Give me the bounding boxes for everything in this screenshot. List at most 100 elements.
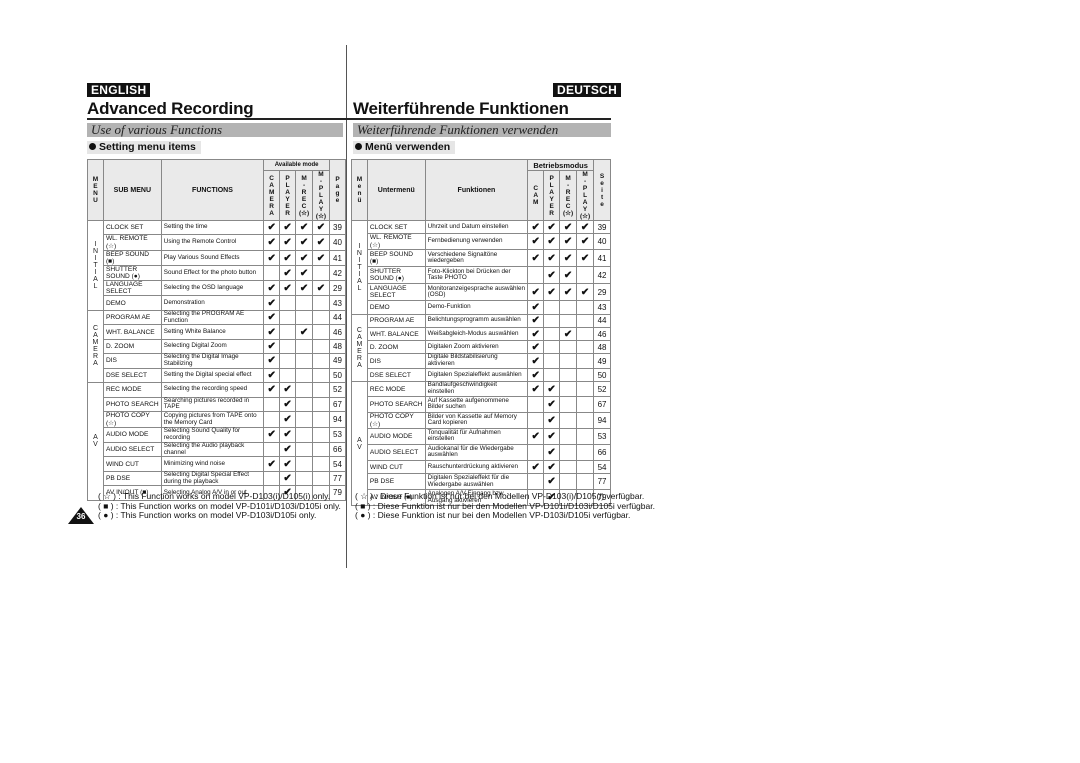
menu-group-label: C A M E R A (351, 313, 368, 383)
sub-menu-text: WHT. BALANCE (369, 330, 419, 338)
check-mark-icon: ✔ (547, 430, 556, 442)
check-mark-icon: ✔ (267, 429, 276, 441)
page-number-text: 42 (333, 268, 342, 278)
page-cell: 41 (328, 250, 347, 267)
mplay-mode-header: M - P L A Y (☆) (576, 170, 595, 221)
mode-availability-cell: ✔ (312, 250, 330, 267)
sub-menu-cell: AUDIO SELECT (366, 443, 426, 461)
sub-menu-text: BEEP SOUND (■) (105, 251, 150, 266)
mode-availability-cell (295, 338, 314, 355)
table-row: WHT. BALANCE Setting White Balance ✔ ✔ 46 (88, 324, 347, 340)
check-mark-icon: ✔ (547, 461, 556, 473)
mode-availability-cell: ✔ (543, 249, 561, 268)
mode-availability-cell (559, 300, 578, 315)
check-mark-icon: ✔ (299, 252, 309, 264)
sub-menu-text: PROGRAM AE (105, 314, 151, 322)
table-row: DEMO Demo-Funktion ✔ 43 (352, 300, 611, 315)
check-mark-icon: ✔ (580, 286, 590, 298)
check-mark-icon: ✔ (283, 473, 292, 484)
sub-menu-text: LANGUAGE SELECT (105, 281, 143, 296)
function-cell: Auf Kassette aufgenommene Bilder suchen (424, 395, 529, 413)
table-row: WIND CUT Minimizing wind noise ✔ ✔ 54 (88, 456, 347, 472)
page-cell: 54 (328, 456, 347, 472)
available-mode-header-text: Available mode (274, 162, 319, 168)
mode-availability-cell: ✔ (312, 280, 330, 297)
mode-availability-cell: ✔ (263, 234, 281, 252)
function-text: Digitalen Spezialeffekt für die Wiederga… (427, 473, 510, 488)
function-text: Selecting the Digital Image Stabilizing (163, 353, 239, 367)
check-mark-icon: ✔ (531, 369, 540, 381)
mode-availability-cell (312, 427, 330, 443)
sub-menu-text: WIND CUT (105, 460, 139, 468)
function-cell: Demo-Funktion (424, 300, 529, 315)
function-text: Minimizing wind noise (163, 459, 226, 467)
function-text: Fernbedienung verwenden (427, 237, 503, 245)
mode-availability-cell (312, 396, 330, 413)
page-cell: 46 (593, 326, 611, 342)
check-mark-icon: ✔ (563, 328, 573, 340)
mode-availability-cell: ✔ (279, 396, 297, 413)
check-mark-icon: ✔ (267, 458, 276, 470)
mode-availability-cell: ✔ (527, 459, 545, 475)
mode-availability-cell (576, 395, 595, 413)
check-mark-icon: ✔ (267, 237, 276, 249)
page-title-deutsch: Weiterführende Funktionen (353, 99, 569, 118)
mode-availability-cell: ✔ (279, 234, 297, 252)
check-mark-icon: ✔ (563, 286, 573, 298)
mode-availability-cell: ✔ (576, 249, 595, 268)
table-row: SHUTTER SOUND (●) Foto-Klickton bei Drück… (352, 266, 611, 285)
table-row: C A M E R A PROGRAM AE Belichtungsprogramm… (351, 313, 611, 383)
mode-availability-cell (559, 411, 578, 429)
sub-menu-text: PHOTO SEARCH (369, 400, 423, 408)
function-text: Bandlaufgeschwindigkeit einstellen (427, 381, 497, 396)
mode-availability-cell (559, 427, 578, 445)
mode-availability-cell: ✔ (295, 265, 314, 282)
check-mark-icon: ✔ (531, 301, 540, 313)
sub-menu-text: SHUTTER SOUND (●) (369, 268, 404, 283)
function-text: Setting the Digital special effect (163, 371, 252, 379)
check-mark-icon: ✔ (563, 236, 573, 248)
function-text: Rauschunterdrückung aktivieren (427, 462, 518, 470)
camera-mode-header: C A M E R A (263, 170, 281, 221)
mode-availability-cell (295, 367, 314, 384)
menu-header: M e n ü (351, 159, 368, 221)
language-badge-deutsch: DEUTSCH (553, 83, 622, 97)
mode-availability-cell (279, 324, 297, 340)
menu-group-text: I N I T I A L (356, 242, 362, 292)
function-text: Demo-Funktion (427, 303, 471, 311)
mode-availability-cell: ✔ (527, 326, 545, 342)
sub-menu-cell: WIND CUT (366, 459, 426, 475)
sub-menu-header: Untermenü (366, 159, 426, 221)
mode-availability-cell: ✔ (559, 283, 578, 302)
mode-availability-cell (312, 470, 330, 487)
page-cell: 41 (593, 249, 611, 268)
function-cell: Demonstration (160, 295, 265, 311)
sub-menu-cell: LANGUAGE SELECT (102, 280, 162, 297)
menu-header-text: M E N U (92, 176, 99, 204)
page-cell: 46 (328, 324, 347, 340)
check-mark-icon: ✔ (547, 286, 556, 298)
sub-menu-text: REC MODE (105, 386, 142, 394)
mode-availability-cell (559, 443, 578, 461)
page-number-text: 94 (333, 415, 342, 425)
page-number-text: 39 (333, 223, 342, 233)
mplay-mode-header-text: M - P L A Y (☆) (315, 171, 327, 220)
page-number-text: 43 (597, 302, 607, 312)
page-cell: 50 (328, 367, 347, 384)
mode-availability-cell: ✔ (527, 313, 545, 328)
check-mark-icon: ✔ (283, 414, 292, 426)
mode-availability-cell: ✔ (543, 395, 561, 413)
function-cell: Setting White Balance (160, 324, 265, 340)
table-row: WHT. BALANCE Weißabgleich-Modus auswählen… (352, 326, 611, 342)
player-mode-header-text: P L A Y E R (285, 174, 290, 217)
table-row: I N I T I A L CLOCK SET Setting the time ✔ ✔… (87, 219, 347, 311)
mode-availability-cell (576, 459, 595, 475)
mode-availability-cell: ✔ (559, 219, 578, 235)
function-text: Digitalen Spezialeffekt auswählen (427, 370, 522, 378)
mode-availability-cell: ✔ (312, 219, 330, 236)
table-row: LANGUAGE SELECT Monitoranzeigesprache aus… (352, 283, 611, 302)
footnotes-english: ( ☆ ) : This Function works on model VP-… (98, 491, 341, 521)
check-mark-icon: ✔ (283, 384, 292, 396)
mode-availability-cell: ✔ (263, 456, 281, 472)
sub-menu-text: WL. REMOTE (☆) (105, 235, 148, 251)
